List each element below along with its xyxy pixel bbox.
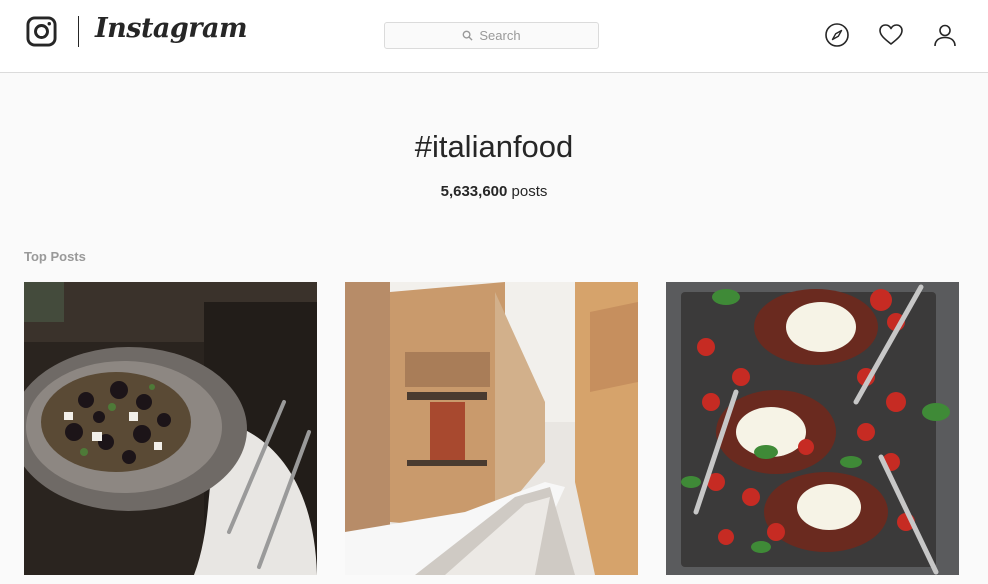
- compass-icon[interactable]: [824, 22, 850, 48]
- post-count-number: 5,633,600: [440, 183, 508, 200]
- hashtag-title: #italianfood: [414, 129, 574, 164]
- search-placeholder: Search: [479, 28, 521, 43]
- heart-icon[interactable]: [878, 22, 904, 48]
- search-input[interactable]: Search: [384, 22, 599, 49]
- photo-tray-eggplant-tomatoes: [666, 282, 959, 575]
- top-post-3[interactable]: [666, 282, 959, 575]
- photo-bowl-salad-blackberries: [24, 282, 317, 575]
- post-count-suffix: posts: [507, 183, 548, 200]
- person-icon[interactable]: [932, 22, 958, 48]
- top-post-1[interactable]: [24, 282, 317, 575]
- instagram-camera-logo-icon[interactable]: [26, 16, 57, 47]
- top-posts-heading: Top Posts: [24, 249, 86, 264]
- photo-snowy-italian-street: [345, 282, 638, 575]
- logo-divider: [78, 16, 79, 47]
- top-post-2[interactable]: [345, 282, 638, 575]
- search-icon: [462, 30, 473, 41]
- post-count: 5,633,600 posts: [0, 183, 988, 200]
- instagram-wordmark-logo[interactable]: Instagram: [95, 13, 248, 44]
- top-navigation-bar: Instagram Search: [0, 0, 988, 73]
